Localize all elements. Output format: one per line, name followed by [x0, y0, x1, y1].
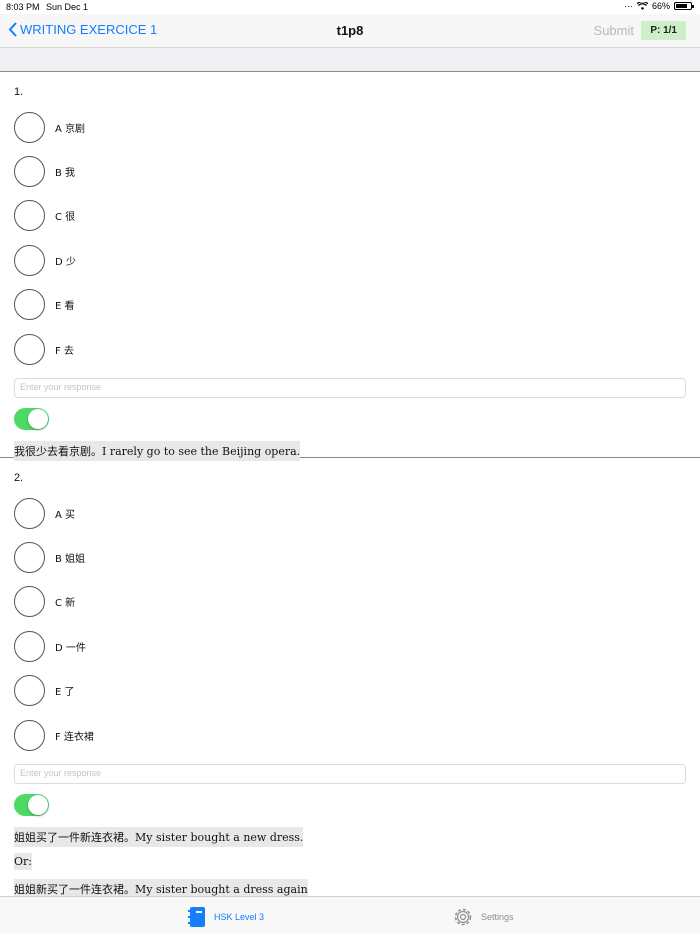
option-label: E 了 — [55, 687, 75, 698]
option-d[interactable]: D 一件 — [14, 631, 86, 662]
question-1: 1. A 京剧 B 我 C 很 D 少 E 看 F 去 Enter your r… — [0, 72, 700, 461]
tab-settings[interactable]: Settings — [452, 906, 514, 928]
radio-button[interactable] — [14, 498, 45, 529]
status-time: 8:03 PM — [6, 2, 40, 12]
tab-hsk-level-3[interactable]: HSK Level 3 — [187, 906, 264, 928]
toggle-knob — [28, 795, 48, 815]
option-label: B 我 — [55, 168, 76, 179]
page-badge: P: 1/1 — [641, 21, 686, 40]
radio-button[interactable] — [14, 586, 45, 617]
tab-label: Settings — [481, 912, 514, 922]
status-date: Sun Dec 1 — [46, 2, 89, 12]
option-c[interactable]: C 新 — [14, 586, 75, 617]
question-list[interactable]: 1. A 京剧 B 我 C 很 D 少 E 看 F 去 Enter your r… — [0, 72, 700, 896]
answer-or-text: Or: — [14, 853, 32, 870]
show-answer-toggle[interactable] — [14, 794, 49, 816]
battery-percent: 66% — [651, 1, 670, 11]
option-label: D 少 — [55, 257, 76, 268]
question-number: 1. — [14, 86, 24, 98]
radio-button[interactable] — [14, 200, 45, 231]
notebook-icon — [188, 907, 205, 927]
option-label: A 京剧 — [55, 124, 86, 135]
status-dots-icon: ··· — [623, 1, 633, 11]
option-label: D 一件 — [55, 643, 86, 654]
answer-text: 姐姐买了一件新连衣裙。My sister bought a new dress. — [14, 827, 304, 847]
option-label: C 新 — [55, 598, 76, 609]
option-b[interactable]: B 姐姐 — [14, 542, 85, 573]
option-label: A 买 — [55, 510, 76, 521]
radio-button[interactable] — [14, 542, 45, 573]
radio-button[interactable] — [14, 112, 45, 143]
option-c[interactable]: C 很 — [14, 200, 75, 231]
radio-button[interactable] — [14, 675, 45, 706]
tab-bar: HSK Level 3 Settings — [0, 896, 700, 934]
radio-button[interactable] — [14, 245, 45, 276]
radio-button[interactable] — [14, 289, 45, 320]
option-b[interactable]: B 我 — [14, 156, 75, 187]
option-a[interactable]: A 买 — [14, 498, 75, 529]
submit-button[interactable]: Submit — [594, 23, 634, 38]
navigation-bar: WRITING EXERCICE 1 t1p8 Submit P: 1/1 — [0, 14, 700, 48]
option-label: B 姐姐 — [55, 554, 86, 565]
option-e[interactable]: E 了 — [14, 675, 75, 706]
option-f[interactable]: F 去 — [14, 334, 74, 365]
tab-label: HSK Level 3 — [214, 912, 265, 922]
wifi-icon — [636, 2, 648, 10]
option-e[interactable]: E 看 — [14, 289, 75, 320]
battery-icon — [674, 2, 694, 10]
response-input[interactable]: Enter your response — [14, 764, 686, 784]
show-answer-toggle[interactable] — [14, 408, 49, 430]
gear-icon — [454, 908, 472, 926]
status-right: ··· 66% — [623, 1, 694, 11]
section-spacer — [0, 48, 700, 72]
radio-button[interactable] — [14, 156, 45, 187]
question-2: 2. A 买 B 姐姐 C 新 D 一件 E 了 F 连衣裙 Enter you… — [0, 458, 700, 896]
radio-button[interactable] — [14, 334, 45, 365]
option-label: F 去 — [55, 346, 74, 357]
option-f[interactable]: F 连衣裙 — [14, 720, 94, 751]
response-input[interactable]: Enter your response — [14, 378, 686, 398]
question-number: 2. — [14, 472, 24, 484]
option-label: C 很 — [55, 212, 76, 223]
option-d[interactable]: D 少 — [14, 245, 76, 276]
option-label: F 连衣裙 — [55, 732, 94, 743]
option-a[interactable]: A 京剧 — [14, 112, 85, 143]
status-bar: 8:03 PM Sun Dec 1 ··· 66% — [0, 0, 700, 14]
radio-button[interactable] — [14, 720, 45, 751]
radio-button[interactable] — [14, 631, 45, 662]
toggle-knob — [28, 409, 48, 429]
option-label: E 看 — [55, 301, 75, 312]
answer-alt-text: 姐姐新买了一件连衣裙。My sister bought a dress agai… — [14, 879, 308, 896]
